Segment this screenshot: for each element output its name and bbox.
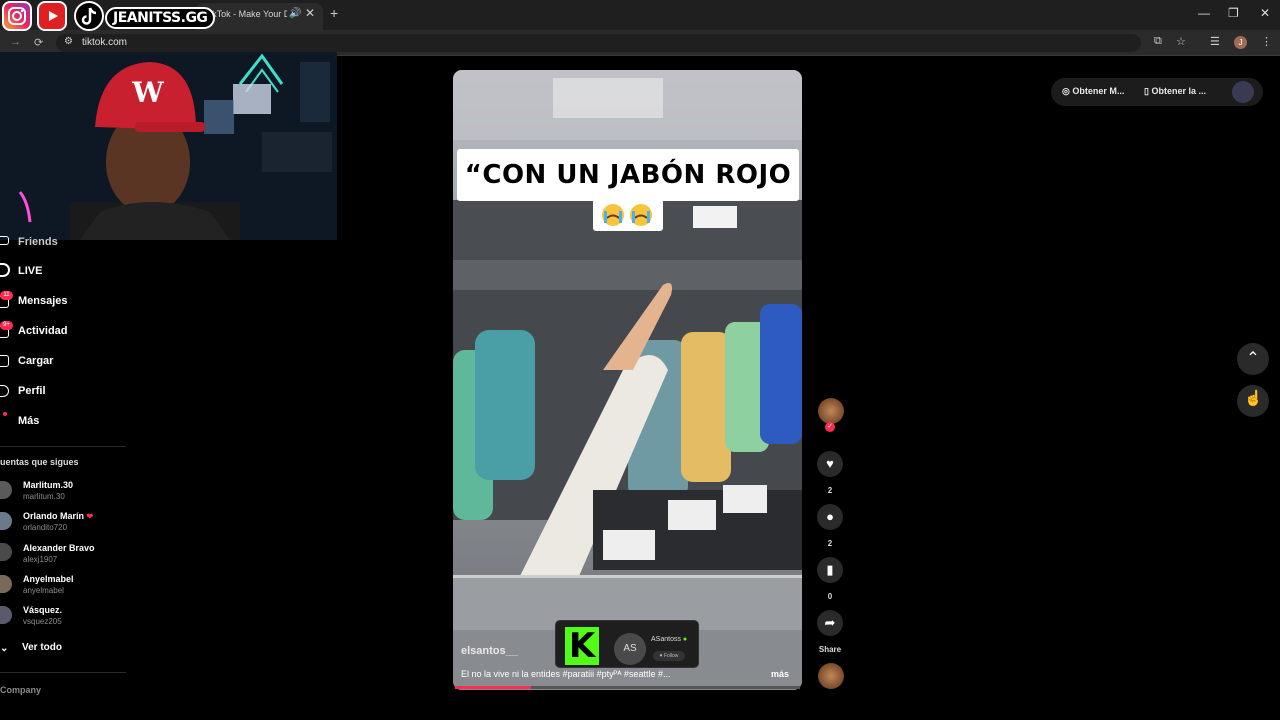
profile-avatar[interactable]: J (1234, 36, 1247, 49)
address-bar[interactable] (56, 34, 1141, 52)
kick-logo: K (565, 627, 599, 665)
chevron-down-icon: ⌄ (0, 643, 9, 654)
sidebar-item-actividad[interactable]: Actividad (18, 325, 68, 337)
share-button[interactable]: ➦ (817, 610, 843, 636)
account-name[interactable]: Orlando Marín ❤ (23, 511, 93, 521)
get-app-button[interactable]: ▯ Obtener la ... (1144, 86, 1206, 97)
save-count: 0 (827, 592, 833, 601)
bookmark-star-icon[interactable]: ☆ (1176, 35, 1186, 48)
account-name[interactable]: Anyelmabel (23, 574, 74, 584)
account-name[interactable]: Alexander Bravo (23, 543, 95, 553)
tiktok-icon (74, 1, 104, 31)
creator-avatar[interactable] (818, 398, 844, 424)
channel-badge: JEANITSS.GG (105, 7, 216, 29)
sidebar-item-perfil[interactable]: Perfil (18, 385, 46, 397)
sidebar-item-live[interactable]: LIVE (18, 265, 42, 277)
speaker-icon[interactable]: 🔊 (289, 8, 301, 19)
comment-count: 2 (827, 539, 833, 548)
upload-icon (0, 355, 9, 367)
company-link[interactable]: Company (0, 685, 41, 695)
account-name-text: Orlando Marín (23, 511, 85, 521)
sidebar-item-friends[interactable]: Friends (18, 236, 58, 248)
previous-video-button[interactable]: ⌃ (1237, 343, 1269, 375)
url-text: tiktok.com (82, 37, 128, 48)
close-window-button[interactable]: ✕ (1260, 6, 1270, 20)
coin-icon: ◎ (1062, 86, 1070, 96)
video-author[interactable]: elsantos__ (461, 645, 518, 657)
activity-badge: 9+ (0, 321, 13, 330)
sponsor-name: ASantoss ● (651, 636, 687, 643)
install-app-icon[interactable]: ⧉ (1154, 35, 1162, 48)
video-description: El no la vive ni la entides #paratiii #p… (461, 669, 671, 679)
site-info-icon[interactable]: ⚙ (64, 36, 73, 47)
account-username: alexj1907 (23, 555, 58, 564)
heart-icon: ♥ (826, 456, 834, 471)
share-icon: ➦ (824, 615, 836, 630)
restore-button[interactable]: ❐ (1228, 6, 1239, 20)
heart-emoji-icon: ❤ (86, 512, 94, 521)
verified-icon: ● (682, 636, 688, 643)
tab-title: TikTok - Make Your Day (205, 9, 287, 19)
instagram-icon (2, 1, 32, 31)
account-username: vsquez205 (23, 617, 62, 626)
get-coins-label: Obtener M... (1072, 86, 1125, 96)
account-username: orlandito720 (23, 523, 68, 532)
see-all-link[interactable]: Ver todo (22, 642, 62, 653)
avatar[interactable] (0, 512, 12, 530)
avatar[interactable] (0, 606, 12, 624)
menu-icon[interactable]: ⋮ (1261, 35, 1272, 48)
sidebar-item-mensajes[interactable]: Mensajes (18, 295, 68, 307)
new-tab-button[interactable]: + (330, 5, 338, 21)
friends-icon (0, 236, 9, 245)
music-disc-avatar[interactable] (818, 663, 844, 689)
bookmark-icon: ▮ (826, 562, 834, 577)
progress-fill (455, 686, 531, 689)
tab-close-icon[interactable]: ✕ (305, 6, 315, 20)
account-username: anyelmabel (23, 586, 64, 595)
like-button[interactable]: ♥ (817, 451, 843, 477)
following-heading: uentas que sigues (0, 457, 79, 467)
sponsor-name-text: ASantoss (651, 636, 681, 643)
messages-badge: 11 (0, 291, 13, 300)
profile-icon (0, 385, 9, 397)
avatar[interactable] (0, 575, 12, 593)
user-avatar[interactable] (1232, 81, 1254, 103)
crying-emoji-icon (593, 199, 663, 231)
comment-icon: ● (826, 509, 834, 524)
chevron-up-icon: ⌃ (1246, 350, 1260, 367)
webcam-feed: W (0, 52, 337, 240)
live-icon (0, 263, 10, 277)
video-caption-overlay: “CON UN JABÓN ROJO “ (457, 149, 799, 242)
more-dot-icon (3, 412, 7, 416)
media-controls-icon[interactable]: ☰ (1210, 35, 1220, 48)
like-count: 2 (827, 486, 833, 495)
get-app-label: Obtener la ... (1151, 86, 1206, 96)
avatar[interactable] (0, 543, 12, 561)
svg-text:W: W (131, 76, 164, 109)
sidebar-item-cargar[interactable]: Cargar (18, 355, 53, 367)
share-label: Share (818, 645, 842, 654)
follow-check-icon[interactable]: ✓ (825, 422, 835, 432)
forward-icon[interactable]: → (10, 36, 21, 48)
account-username: marlitum.30 (23, 492, 65, 501)
get-coins-button[interactable]: ◎ Obtener M... (1062, 86, 1124, 97)
divider (0, 672, 126, 673)
phone-icon: ▯ (1144, 86, 1149, 96)
divider (0, 446, 126, 447)
webcam-overlay: W (0, 52, 337, 240)
sidebar-item-mas[interactable]: Más (18, 415, 39, 427)
sponsor-follow-button: ♥ Follow (653, 651, 685, 661)
minimize-button[interactable]: — (1198, 6, 1210, 20)
account-name[interactable]: Vásquez. (23, 605, 62, 615)
account-name[interactable]: Marlitum.30 (23, 480, 73, 490)
youtube-icon (37, 1, 67, 31)
more-link[interactable]: más (771, 669, 789, 679)
avatar[interactable] (0, 481, 12, 499)
reload-icon[interactable]: ⟳ (34, 36, 43, 49)
save-button[interactable]: ▮ (817, 557, 843, 583)
sponsor-avatar: AS (614, 633, 646, 665)
comment-button[interactable]: ● (817, 504, 843, 530)
hand-cursor-icon: ☝ (1244, 390, 1263, 407)
